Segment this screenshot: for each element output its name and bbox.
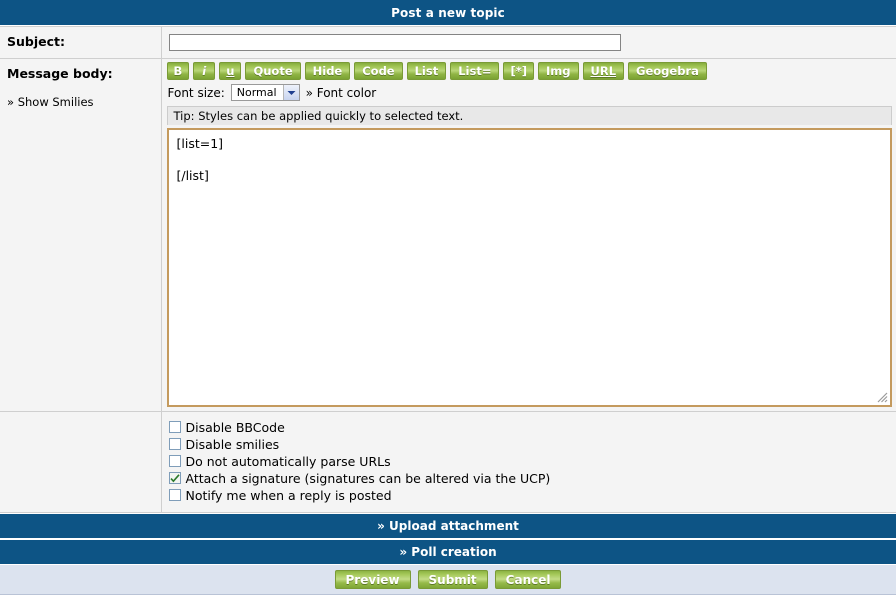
show-smilies-link[interactable]: » Show Smilies [7, 95, 155, 109]
message-label-cell: Message body: » Show Smilies [0, 59, 161, 412]
message-textarea[interactable] [167, 128, 893, 407]
message-editor-cell: B i u Quote Hide Code List List= [*] Img… [161, 59, 896, 412]
subject-row: Subject: [0, 27, 896, 59]
options-empty-label [0, 412, 161, 507]
bbcode-button-list-ordered[interactable]: List= [450, 62, 499, 80]
font-controls-row: Font size: Normal » Font color [162, 80, 896, 104]
font-size-label: Font size: [168, 86, 225, 100]
font-size-select[interactable]: Normal [231, 84, 300, 101]
option-label-notify-reply: Notify me when a reply is posted [186, 488, 392, 503]
checkbox-notify-reply[interactable] [169, 489, 181, 501]
page-title: Post a new topic [0, 0, 896, 26]
bbcode-button-hide[interactable]: Hide [305, 62, 351, 80]
preview-button[interactable]: Preview [335, 570, 411, 589]
checkbox-disable-smilies[interactable] [169, 438, 181, 450]
message-body-label-text: Message body: [7, 66, 113, 81]
bbcode-button-image[interactable]: Img [538, 62, 579, 80]
subject-field-cell [161, 27, 896, 59]
bbcode-button-bold[interactable]: B [167, 62, 190, 80]
option-label-attach-signature: Attach a signature (signatures can be al… [186, 471, 551, 486]
subject-label-cell: Subject: [0, 27, 161, 59]
bbcode-button-quote[interactable]: Quote [245, 62, 300, 80]
editor-tip: Tip: Styles can be applied quickly to se… [167, 106, 893, 125]
subject-field-wrap [162, 27, 896, 58]
option-label-no-parse-urls: Do not automatically parse URLs [186, 454, 391, 469]
message-body-label: Message body: » Show Smilies [0, 59, 161, 115]
bbcode-button-list-item[interactable]: [*] [503, 62, 534, 80]
checkbox-attach-signature[interactable] [169, 472, 181, 484]
post-topic-page: Post a new topic Subject: [0, 0, 896, 587]
post-form-table: Subject: Message body: » Show Smilies [0, 26, 896, 513]
check-icon [170, 474, 180, 483]
options-label-cell [0, 412, 161, 513]
checkbox-disable-bbcode[interactable] [169, 421, 181, 433]
subject-input[interactable] [169, 34, 621, 51]
font-size-selected-value: Normal [232, 85, 283, 100]
subject-label: Subject: [0, 27, 161, 55]
bbcode-toolbar: B i u Quote Hide Code List List= [*] Img… [162, 59, 896, 80]
upload-attachment-section[interactable]: » Upload attachment [0, 513, 896, 539]
bbcode-button-list[interactable]: List [407, 62, 447, 80]
bbcode-button-underline[interactable]: u [219, 62, 241, 80]
option-label-disable-smilies: Disable smilies [186, 437, 280, 452]
option-row-disable-smilies[interactable]: Disable smilies [169, 436, 891, 452]
bbcode-button-geogebra[interactable]: Geogebra [628, 62, 707, 80]
options-field-cell: Disable BBCode Disable smilies Do not au… [161, 412, 896, 513]
message-body-row: Message body: » Show Smilies B i u Quote… [0, 59, 896, 412]
post-options-row: Disable BBCode Disable smilies Do not au… [0, 412, 896, 513]
option-row-attach-signature[interactable]: Attach a signature (signatures can be al… [169, 470, 891, 486]
bbcode-button-italic[interactable]: i [193, 62, 215, 80]
submit-button[interactable]: Submit [418, 570, 488, 589]
cancel-button[interactable]: Cancel [495, 570, 562, 589]
bbcode-button-url[interactable]: URL [583, 62, 625, 80]
option-row-no-parse-urls[interactable]: Do not automatically parse URLs [169, 453, 891, 469]
font-color-link[interactable]: » Font color [306, 86, 377, 100]
option-label-disable-bbcode: Disable BBCode [186, 420, 285, 435]
form-actions: Preview Submit Cancel [0, 565, 896, 595]
poll-creation-section[interactable]: » Poll creation [0, 539, 896, 565]
bbcode-button-code[interactable]: Code [354, 62, 402, 80]
message-textarea-wrap [167, 128, 893, 407]
option-row-disable-bbcode[interactable]: Disable BBCode [169, 419, 891, 435]
checkbox-no-parse-urls[interactable] [169, 455, 181, 467]
option-row-notify-reply[interactable]: Notify me when a reply is posted [169, 487, 891, 503]
post-options-list: Disable BBCode Disable smilies Do not au… [162, 412, 896, 512]
chevron-down-icon [283, 85, 299, 100]
